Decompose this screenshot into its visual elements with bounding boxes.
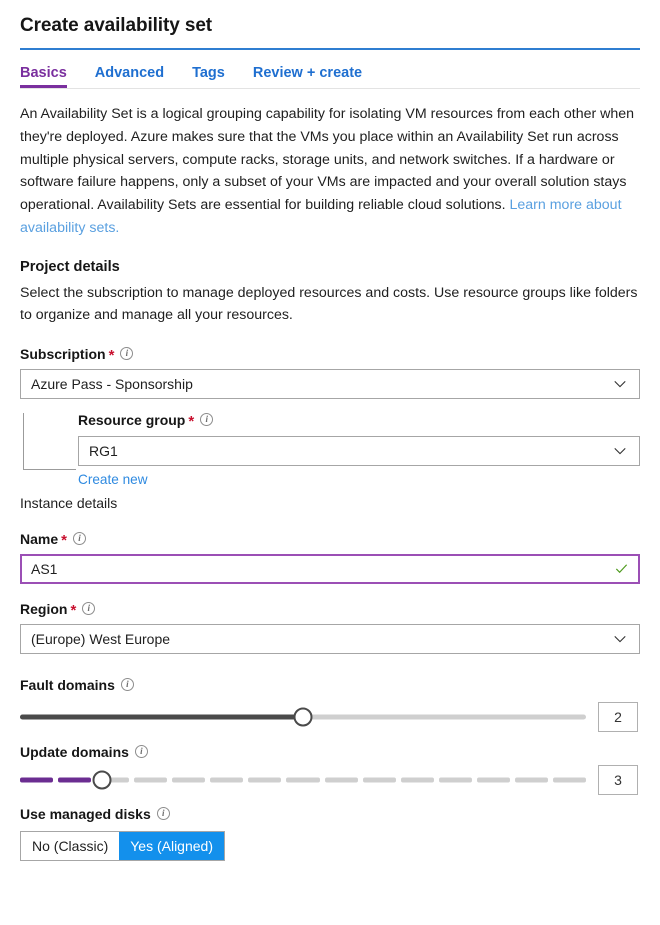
- page-title: Create availability set: [20, 15, 213, 36]
- indent-bracket: [23, 412, 76, 470]
- subscription-label: Subscription: [20, 345, 106, 362]
- managed-disks-label-row: Use managed disks i: [20, 805, 640, 823]
- info-icon[interactable]: i: [120, 678, 134, 692]
- region-label-row: Region * i: [20, 600, 640, 618]
- chevron-down-icon: [614, 447, 626, 455]
- subscription-label-row: Subscription * i: [20, 345, 640, 363]
- managed-disks-option-no-classic[interactable]: No (Classic): [21, 831, 120, 860]
- region-value: (Europe) West Europe: [31, 630, 171, 647]
- subscription-value: Azure Pass - Sponsorship: [31, 375, 193, 392]
- subscription-dropdown[interactable]: Azure Pass - Sponsorship: [20, 368, 640, 399]
- slider-fill: [20, 714, 303, 720]
- info-icon[interactable]: i: [134, 745, 148, 759]
- required-asterisk: *: [61, 531, 67, 549]
- name-field: Name * i AS1: [20, 530, 640, 584]
- title-divider: [20, 48, 640, 50]
- create-new-resource-group-link[interactable]: Create new: [78, 472, 148, 487]
- resource-group-label-row: Resource group * i: [78, 411, 640, 429]
- managed-disks-toggle-group: No (Classic) Yes (Aligned): [20, 830, 225, 861]
- update-domains-slider[interactable]: [20, 768, 586, 792]
- slider-segment: [248, 777, 282, 783]
- name-value: AS1: [31, 560, 58, 577]
- instance-details-heading: Instance details: [20, 494, 118, 511]
- slider-segment: [400, 777, 434, 783]
- project-details-heading: Project details: [20, 258, 120, 275]
- chevron-down-icon: [614, 380, 626, 388]
- slider-thumb[interactable]: [92, 770, 112, 790]
- slider-segment: [438, 777, 472, 783]
- update-domains-field: Update domains i 3: [20, 743, 640, 795]
- info-icon[interactable]: i: [120, 347, 134, 361]
- slider-segment: [20, 777, 54, 783]
- name-label: Name: [20, 530, 59, 547]
- update-domains-label-row: Update domains i: [20, 743, 640, 761]
- fault-domains-label: Fault domains: [20, 676, 115, 693]
- info-icon[interactable]: i: [200, 413, 214, 427]
- tab-review-create[interactable]: Review + create: [253, 64, 362, 88]
- chevron-down-icon: [614, 635, 626, 643]
- subscription-field: Subscription * i Azure Pass - Sponsorshi…: [20, 345, 640, 399]
- resource-group-dropdown[interactable]: RG1: [78, 435, 640, 466]
- update-domains-value[interactable]: 3: [598, 764, 638, 795]
- info-icon[interactable]: i: [72, 532, 86, 546]
- fault-domains-value[interactable]: 2: [598, 701, 638, 732]
- check-icon: [615, 564, 628, 574]
- project-details-description: Select the subscription to manage deploy…: [20, 284, 638, 324]
- slider-segment: [286, 777, 320, 783]
- slider-segment: [324, 777, 358, 783]
- fault-domains-label-row: Fault domains i: [20, 676, 640, 694]
- managed-disks-label: Use managed disks: [20, 805, 151, 822]
- required-asterisk: *: [188, 412, 195, 430]
- tab-basics[interactable]: Basics: [20, 64, 67, 88]
- name-label-row: Name * i: [20, 530, 640, 548]
- intro-paragraph: An Availability Set is a logical groupin…: [20, 103, 642, 240]
- required-asterisk: *: [70, 601, 77, 619]
- region-label: Region: [20, 600, 68, 617]
- fault-domains-slider[interactable]: [20, 705, 586, 729]
- resource-group-field: Resource group * i RG1: [20, 411, 640, 470]
- create-availability-set-blade: Create availability set Basics Advanced …: [0, 0, 660, 925]
- region-field: Region * i (Europe) West Europe: [20, 600, 640, 654]
- slider-segment: [172, 777, 206, 783]
- slider-segment: [210, 777, 244, 783]
- update-domains-slider-row: 3: [20, 764, 640, 795]
- slider-segment: [476, 777, 510, 783]
- info-icon[interactable]: i: [82, 602, 96, 616]
- tab-advanced[interactable]: Advanced: [95, 64, 164, 88]
- tab-tags[interactable]: Tags: [192, 64, 225, 88]
- managed-disks-field: Use managed disks i No (Classic) Yes (Al…: [20, 805, 640, 861]
- slider-segment: [514, 777, 548, 783]
- slider-thumb[interactable]: [293, 707, 313, 727]
- managed-disks-option-yes-aligned[interactable]: Yes (Aligned): [119, 831, 224, 860]
- slider-segment: [362, 777, 396, 783]
- tab-bar: Basics Advanced Tags Review + create: [20, 61, 640, 89]
- update-domains-label: Update domains: [20, 743, 129, 760]
- resource-group-label: Resource group: [78, 411, 186, 428]
- fault-domains-field: Fault domains i 2: [20, 676, 640, 732]
- slider-segment: [58, 777, 92, 783]
- slider-segment: [134, 777, 168, 783]
- required-asterisk: *: [108, 346, 115, 364]
- slider-segment: [552, 777, 586, 783]
- region-dropdown[interactable]: (Europe) West Europe: [20, 623, 640, 654]
- fault-domains-slider-row: 2: [20, 701, 640, 732]
- name-input[interactable]: AS1: [20, 553, 640, 584]
- info-icon[interactable]: i: [156, 807, 170, 821]
- resource-group-value: RG1: [89, 442, 118, 459]
